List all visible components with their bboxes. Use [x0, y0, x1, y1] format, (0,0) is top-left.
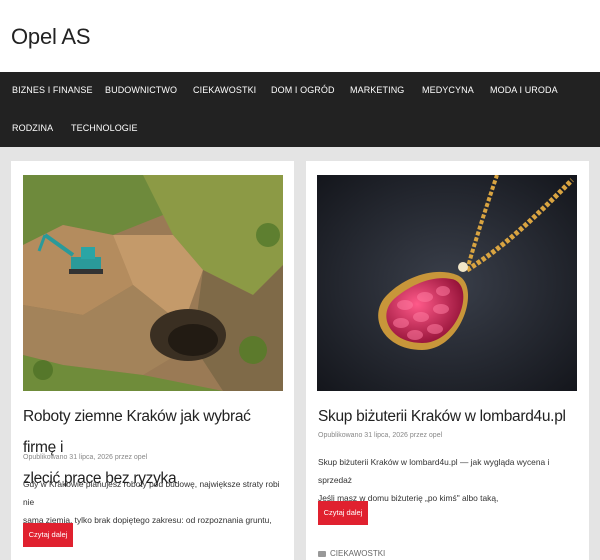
pendant-image — [317, 175, 577, 391]
post-excerpt: Skup biżuterii Kraków w lombard4u.pl — j… — [318, 453, 582, 507]
excerpt-line: Gdy w Krakowie planujesz roboty pod budo… — [23, 479, 280, 507]
post-card: Skup biżuterii Kraków w lombard4u.pl Opu… — [306, 161, 589, 560]
nav-item-budownictwo[interactable]: BUDOWNICTWO — [105, 85, 177, 95]
post-thumbnail[interactable] — [317, 175, 577, 391]
nav-item-marketing[interactable]: MARKETING — [350, 85, 404, 95]
nav-item-rodzina[interactable]: RODZINA — [12, 123, 53, 133]
post-thumbnail[interactable] — [23, 175, 283, 391]
post-excerpt: Gdy w Krakowie planujesz roboty pod budo… — [23, 475, 287, 529]
post-title-line[interactable]: Skup biżuterii Kraków w lombard4u.pl — [318, 408, 566, 425]
category-link[interactable]: CIEKAWOSTKI — [330, 549, 385, 558]
post-title-line[interactable]: Roboty ziemne Kraków jak wybrać firmę i — [23, 408, 251, 456]
post-title[interactable]: Skup biżuterii Kraków w lombard4u.pl — [318, 401, 580, 432]
site-title[interactable]: Opel AS — [11, 24, 91, 50]
main-navigation: BIZNES I FINANSE BUDOWNICTWO CIEKAWOSTKI… — [0, 72, 600, 147]
post-category: CIEKAWOSTKI — [318, 549, 385, 558]
read-more-button[interactable]: Czytaj dalej — [23, 523, 73, 547]
site-header: Opel AS — [0, 0, 600, 72]
nav-item-medycyna[interactable]: MEDYCYNA — [422, 85, 474, 95]
nav-item-moda-i-uroda[interactable]: MODA I URODA — [490, 85, 558, 95]
post-meta: Opublikowano 31 lipca, 2026 przez opel — [318, 432, 443, 439]
excerpt-line: Skup biżuterii Kraków w lombard4u.pl — j… — [318, 457, 550, 485]
folder-icon — [318, 550, 326, 557]
nav-item-ciekawostki[interactable]: CIEKAWOSTKI — [193, 85, 256, 95]
nav-item-dom-i-ogrod[interactable]: DOM I OGRÓD — [271, 85, 335, 95]
nav-item-technologie[interactable]: TECHNOLOGIE — [71, 123, 138, 133]
read-more-button[interactable]: Czytaj dalej — [318, 501, 368, 525]
nav-item-biznes[interactable]: BIZNES I FINANSE — [12, 85, 93, 95]
post-card: Roboty ziemne Kraków jak wybrać firmę i … — [11, 161, 294, 560]
post-meta: Opublikowano 31 lipca, 2026 przez opel — [23, 454, 148, 461]
excavator-image — [23, 175, 283, 391]
